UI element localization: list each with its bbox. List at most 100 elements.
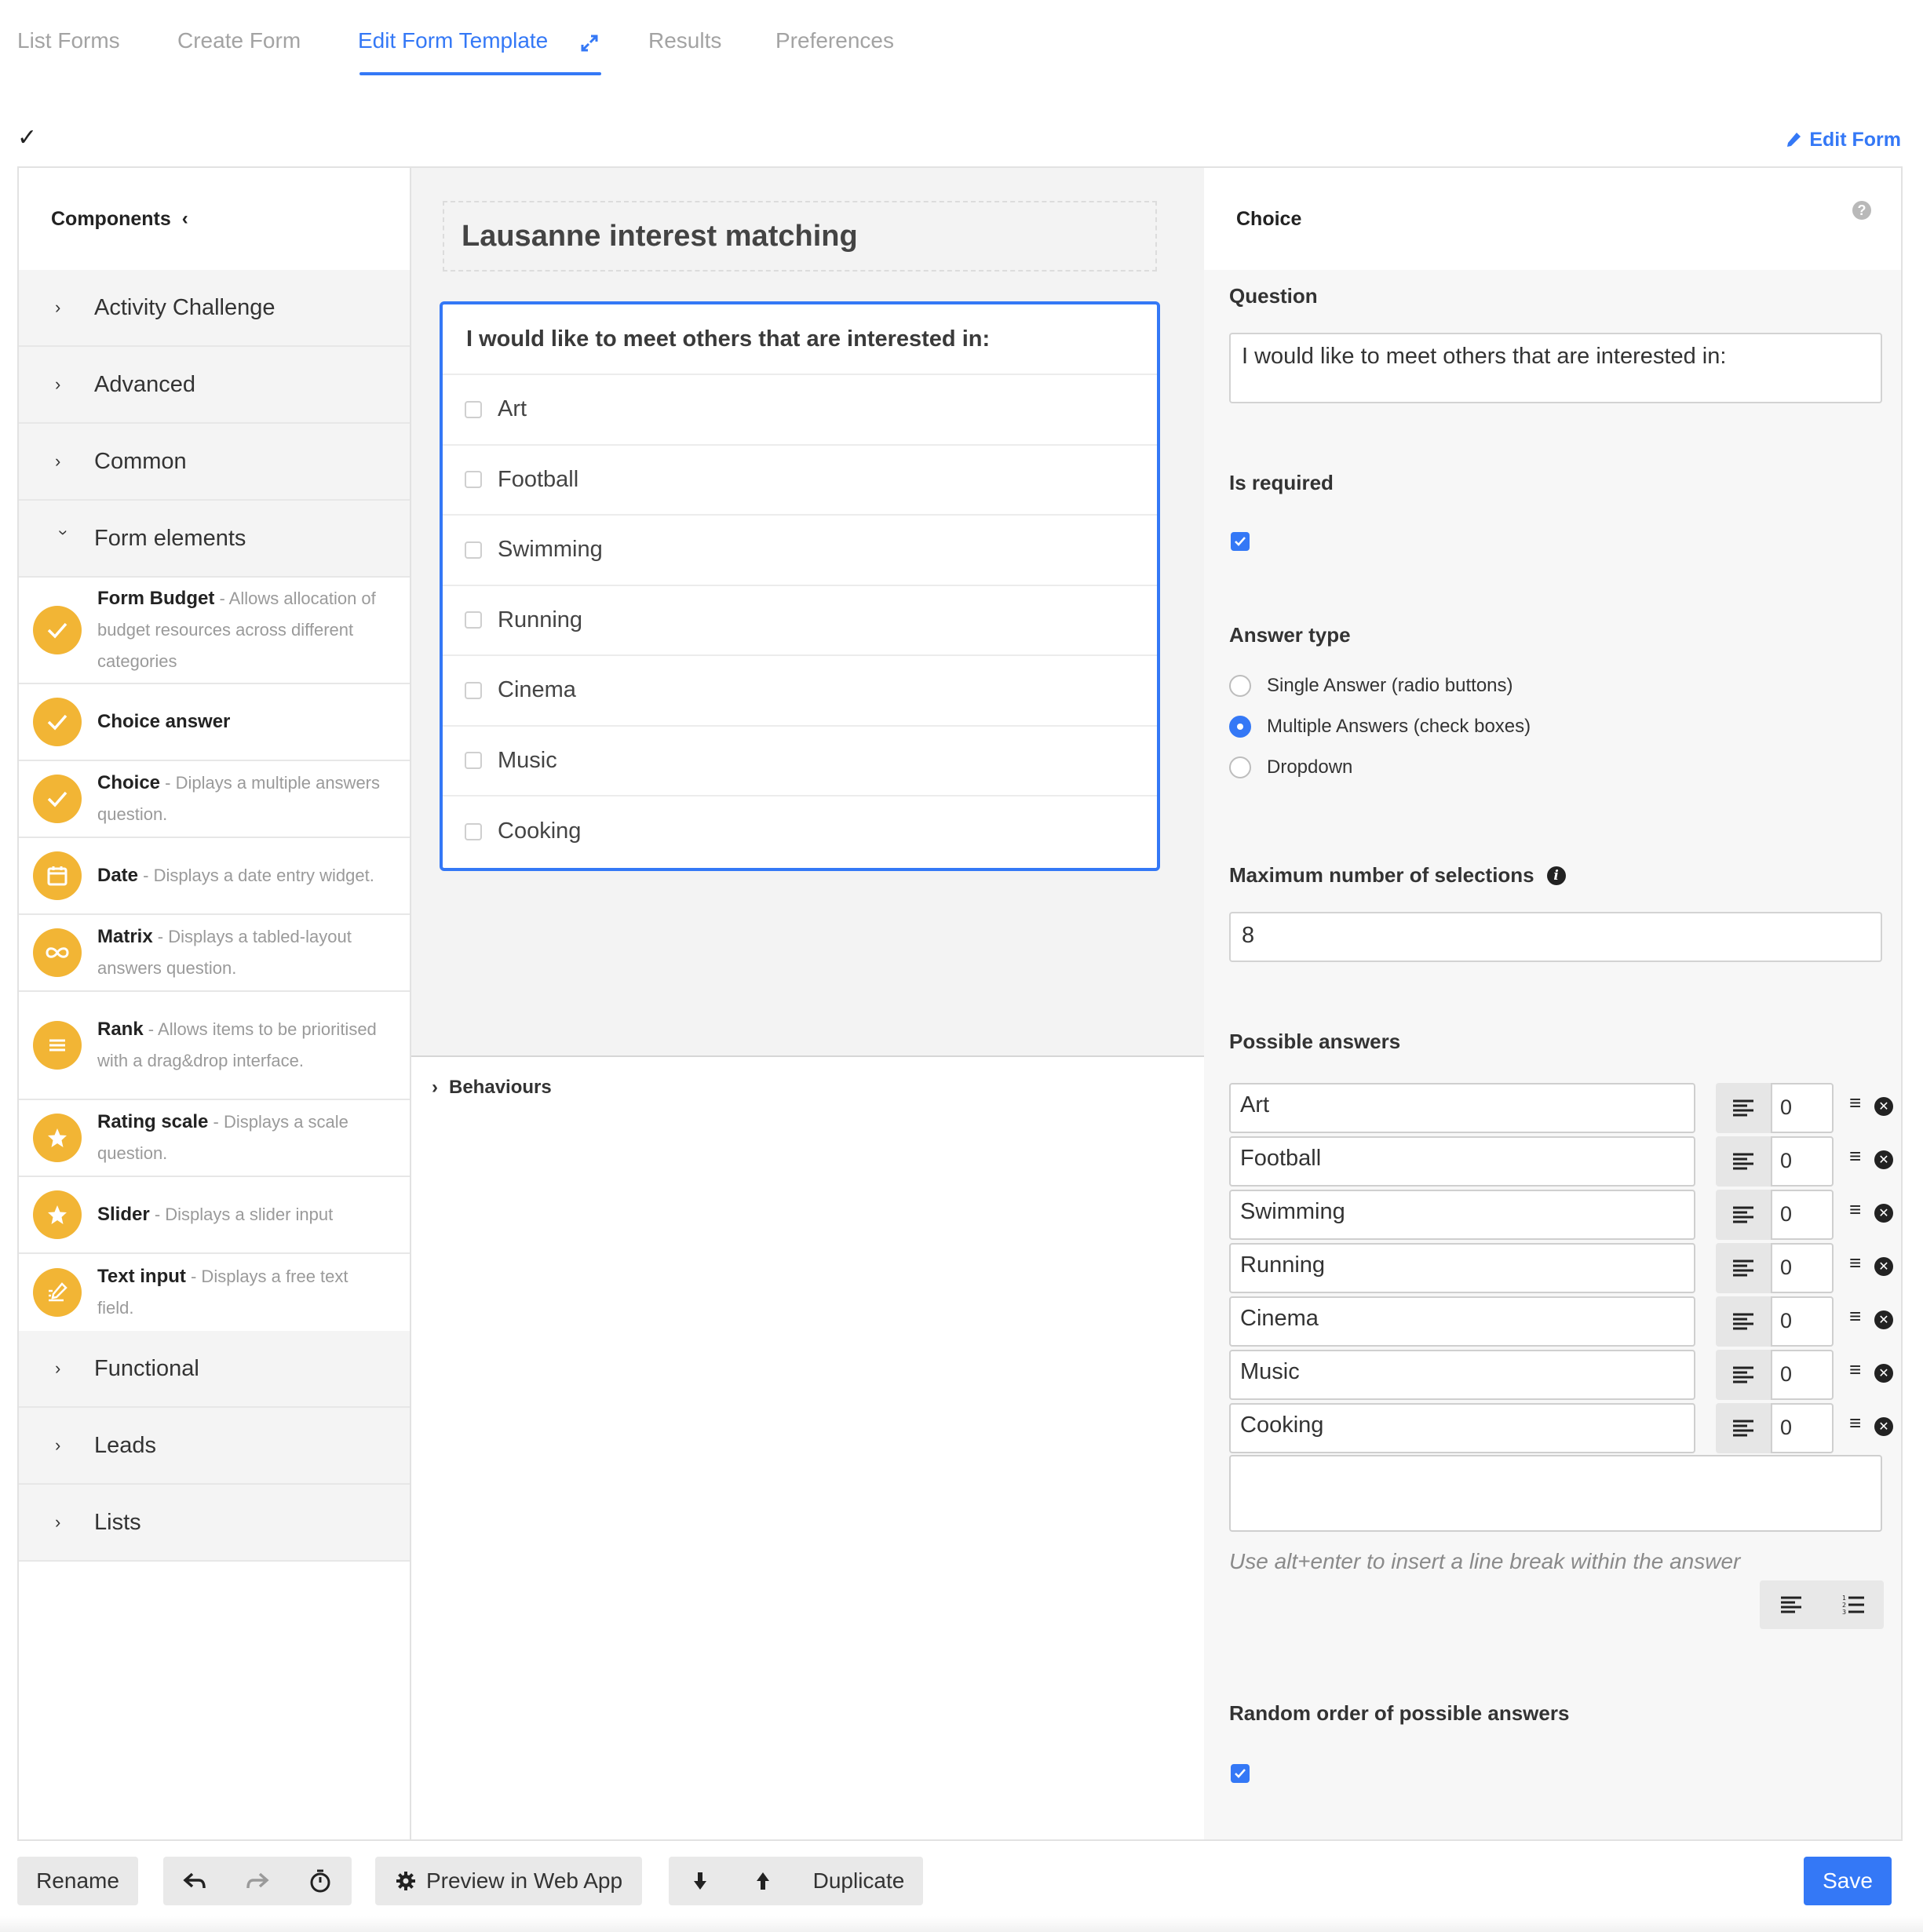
- option-row[interactable]: Art: [443, 375, 1157, 446]
- expand-icon[interactable]: [578, 31, 601, 55]
- chevron-left-icon[interactable]: ‹: [182, 208, 188, 230]
- random-order-checkbox[interactable]: [1231, 1764, 1250, 1783]
- drag-handle-icon[interactable]: ≡: [1849, 1304, 1861, 1329]
- answer-score-input[interactable]: 0: [1771, 1083, 1834, 1133]
- edit-form-link[interactable]: Edit Form: [1786, 129, 1901, 151]
- drag-handle-icon[interactable]: ≡: [1849, 1411, 1861, 1435]
- option-checkbox[interactable]: [465, 752, 482, 770]
- remove-answer-icon[interactable]: ✕: [1874, 1097, 1893, 1116]
- form-title[interactable]: Lausanne interest matching: [443, 201, 1157, 272]
- component-text-input[interactable]: Text input - Displays a free text field.: [19, 1254, 410, 1331]
- undo-button[interactable]: [163, 1857, 226, 1905]
- save-button[interactable]: Save: [1804, 1857, 1892, 1905]
- answer-type-single[interactable]: Single Answer (radio buttons): [1229, 675, 1513, 697]
- remove-answer-icon[interactable]: ✕: [1874, 1257, 1893, 1276]
- rename-button[interactable]: Rename: [17, 1857, 138, 1905]
- answer-text-input[interactable]: Music: [1229, 1350, 1695, 1400]
- option-checkbox[interactable]: [465, 681, 482, 699]
- drag-handle-icon[interactable]: ≡: [1849, 1144, 1861, 1168]
- option-row[interactable]: Cinema: [443, 656, 1157, 727]
- remove-answer-icon[interactable]: ✕: [1874, 1150, 1893, 1169]
- option-checkbox[interactable]: [465, 471, 482, 489]
- option-checkbox[interactable]: [465, 611, 482, 629]
- component-rank[interactable]: Rank - Allows items to be prioritised wi…: [19, 992, 410, 1100]
- answer-align-button[interactable]: [1716, 1190, 1771, 1240]
- component-choice[interactable]: Choice - Diplays a multiple answers ques…: [19, 761, 410, 838]
- drag-handle-icon[interactable]: ≡: [1849, 1091, 1861, 1115]
- category-form-elements[interactable]: › Form elements: [19, 501, 410, 578]
- answer-align-button[interactable]: [1716, 1296, 1771, 1347]
- drag-handle-icon[interactable]: ≡: [1849, 1251, 1861, 1275]
- category-common[interactable]: › Common: [19, 424, 410, 501]
- new-answer-input[interactable]: [1229, 1455, 1882, 1532]
- component-matrix[interactable]: Matrix - Displays a tabled-layout answer…: [19, 915, 410, 992]
- option-row[interactable]: Music: [443, 727, 1157, 796]
- answer-type-multiple[interactable]: Multiple Answers (check boxes): [1229, 716, 1531, 738]
- required-checkbox[interactable]: [1231, 532, 1250, 551]
- remove-answer-icon[interactable]: ✕: [1874, 1364, 1893, 1383]
- option-row[interactable]: Football: [443, 446, 1157, 516]
- answer-text-input[interactable]: Art: [1229, 1083, 1695, 1133]
- option-row[interactable]: Running: [443, 586, 1157, 656]
- radio-button[interactable]: [1229, 716, 1251, 738]
- answer-align-button[interactable]: [1716, 1403, 1771, 1453]
- help-icon[interactable]: ?: [1852, 201, 1871, 220]
- move-up-button[interactable]: [732, 1857, 794, 1905]
- duplicate-button[interactable]: Duplicate: [794, 1857, 923, 1905]
- drag-handle-icon[interactable]: ≡: [1849, 1358, 1861, 1382]
- answer-text-input[interactable]: Cinema: [1229, 1296, 1695, 1347]
- question-card[interactable]: I would like to meet others that are int…: [440, 301, 1160, 871]
- category-functional[interactable]: › Functional: [19, 1331, 410, 1408]
- option-row[interactable]: Swimming: [443, 516, 1157, 586]
- redo-button[interactable]: [226, 1857, 289, 1905]
- remove-answer-icon[interactable]: ✕: [1874, 1417, 1893, 1436]
- category-leads[interactable]: › Leads: [19, 1408, 410, 1485]
- answer-align-button[interactable]: [1716, 1083, 1771, 1133]
- answer-score-input[interactable]: 0: [1771, 1190, 1834, 1240]
- option-checkbox[interactable]: [465, 400, 482, 418]
- answer-score-input[interactable]: 0: [1771, 1403, 1834, 1453]
- component-slider[interactable]: Slider - Displays a slider input: [19, 1177, 410, 1254]
- answer-text-input[interactable]: Running: [1229, 1243, 1695, 1293]
- numbered-list-button[interactable]: 123: [1822, 1580, 1884, 1629]
- answer-text-input[interactable]: Cooking: [1229, 1403, 1695, 1453]
- component-choice-answer[interactable]: Choice answer: [19, 684, 410, 761]
- option-checkbox[interactable]: [465, 541, 482, 559]
- answer-type-dropdown[interactable]: Dropdown: [1229, 756, 1352, 778]
- history-button[interactable]: [289, 1857, 352, 1905]
- category-advanced[interactable]: › Advanced: [19, 347, 410, 424]
- tab-create-form[interactable]: Create Form: [177, 28, 301, 53]
- align-text-button[interactable]: [1760, 1580, 1822, 1629]
- category-lists[interactable]: › Lists: [19, 1485, 410, 1562]
- max-selections-input[interactable]: 8: [1229, 912, 1882, 962]
- answer-score-input[interactable]: 0: [1771, 1243, 1834, 1293]
- components-header[interactable]: Components ‹: [19, 168, 410, 270]
- tab-list-forms[interactable]: List Forms: [17, 28, 120, 53]
- tab-preferences[interactable]: Preferences: [775, 28, 894, 53]
- radio-button[interactable]: [1229, 675, 1251, 697]
- category-activity-challenge[interactable]: › Activity Challenge: [19, 270, 410, 347]
- answer-align-button[interactable]: [1716, 1350, 1771, 1400]
- behaviours-toggle[interactable]: › Behaviours: [432, 1077, 552, 1099]
- component-date[interactable]: Date - Displays a date entry widget.: [19, 838, 410, 915]
- answer-score-input[interactable]: 0: [1771, 1350, 1834, 1400]
- answer-score-input[interactable]: 0: [1771, 1136, 1834, 1187]
- radio-button[interactable]: [1229, 756, 1251, 778]
- answer-align-button[interactable]: [1716, 1136, 1771, 1187]
- answer-text-input[interactable]: Swimming: [1229, 1190, 1695, 1240]
- drag-handle-icon[interactable]: ≡: [1849, 1197, 1861, 1222]
- component-form-budget[interactable]: Form Budget - Allows allocation of budge…: [19, 578, 410, 684]
- answer-align-button[interactable]: [1716, 1243, 1771, 1293]
- preview-button[interactable]: Preview in Web App: [375, 1857, 642, 1905]
- tab-results[interactable]: Results: [648, 28, 721, 53]
- component-rating-scale[interactable]: Rating scale - Displays a scale question…: [19, 1100, 410, 1177]
- answer-score-input[interactable]: 0: [1771, 1296, 1834, 1347]
- answer-text-input[interactable]: Football: [1229, 1136, 1695, 1187]
- info-icon[interactable]: i: [1546, 866, 1566, 885]
- remove-answer-icon[interactable]: ✕: [1874, 1310, 1893, 1329]
- tab-edit-form-template[interactable]: Edit Form Template: [358, 28, 548, 53]
- remove-answer-icon[interactable]: ✕: [1874, 1204, 1893, 1223]
- option-row[interactable]: Cooking: [443, 796, 1157, 867]
- question-input[interactable]: I would like to meet others that are int…: [1229, 333, 1882, 403]
- option-checkbox[interactable]: [465, 822, 482, 840]
